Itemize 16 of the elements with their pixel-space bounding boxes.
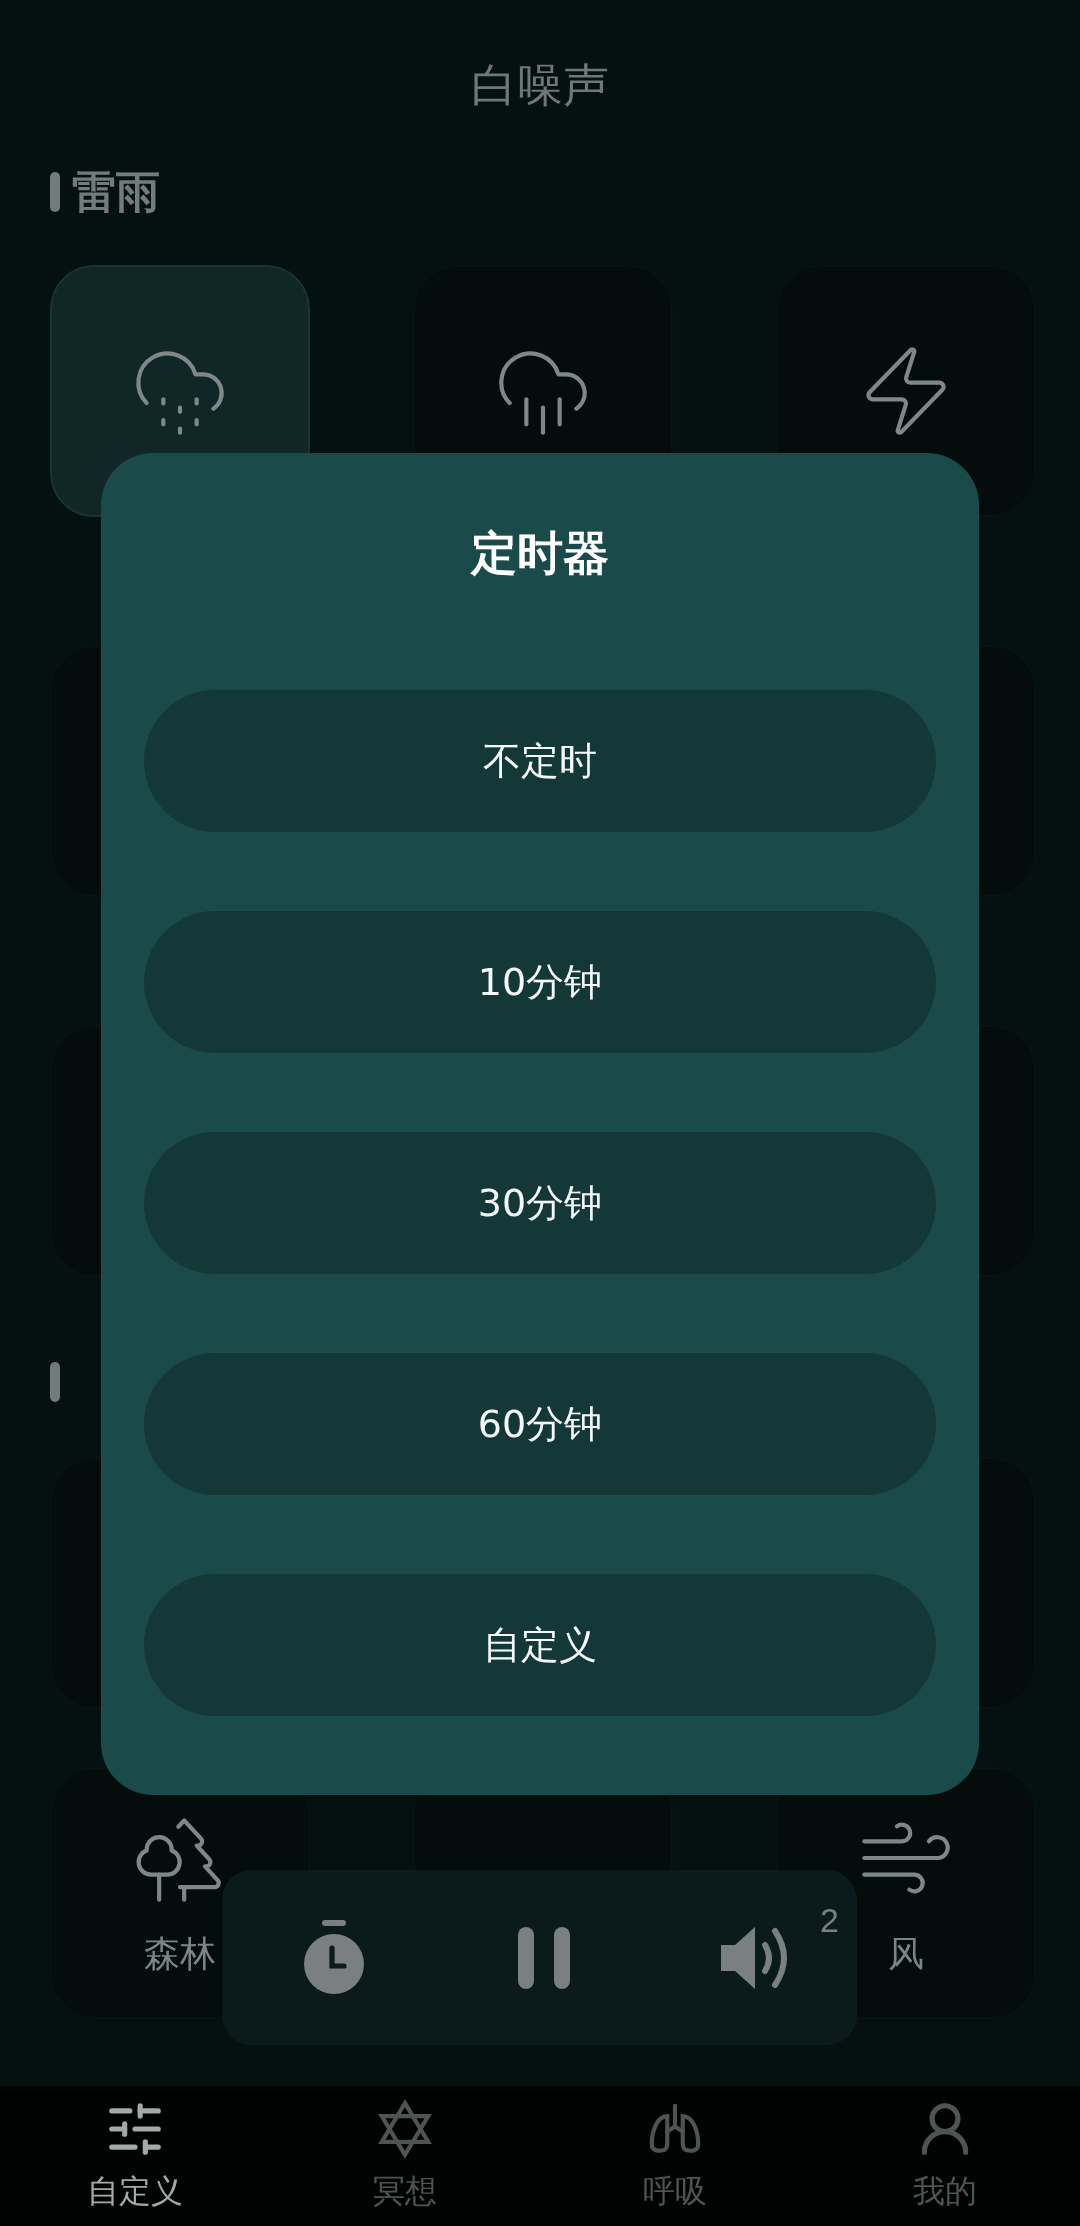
pause-button[interactable] [517,1926,570,1989]
timer-option[interactable]: 10分钟 [144,911,936,1053]
timer-option[interactable]: 30分钟 [144,1132,936,1274]
nav-tab[interactable]: 自定义 [0,2086,270,2226]
timer-button[interactable] [302,1919,366,1996]
pause-icon [517,1926,570,1989]
dialog-title: 定时器 [471,525,609,582]
timer-option[interactable]: 自定义 [144,1574,936,1716]
timer-icon [302,1919,366,1996]
section-heading: 雷雨 [72,164,160,219]
screen-title: 白噪声 [471,57,609,114]
timer-option[interactable]: 不定时 [144,690,936,832]
volume-count: 2 [820,1900,839,1940]
heading-bar [50,1362,60,1402]
heading-bar [50,172,60,212]
timer-option[interactable]: 60分钟 [144,1353,936,1495]
